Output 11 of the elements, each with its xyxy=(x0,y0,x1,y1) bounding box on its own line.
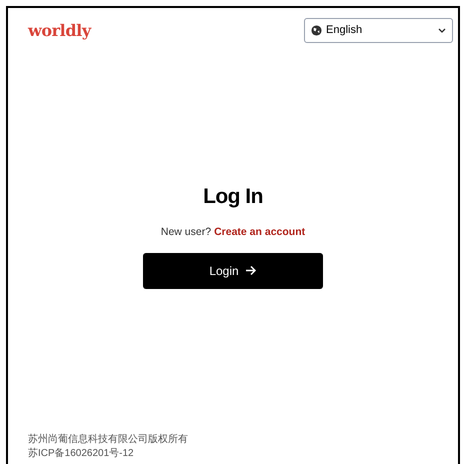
login-button[interactable]: Login xyxy=(143,252,323,289)
page-title: Log In xyxy=(203,186,263,207)
logo[interactable]: worldly xyxy=(28,18,91,42)
footer-text: 苏ICP备16026201号-12 xyxy=(28,447,135,460)
chevron-down-icon xyxy=(438,28,446,33)
footer-text: 苏州尚葡信息科技有限公司版权所有 xyxy=(28,433,189,446)
arrow-right-icon xyxy=(244,265,257,276)
create-account-link[interactable]: Create an account xyxy=(214,225,306,241)
globe-icon xyxy=(311,25,322,36)
signup-prompt: New user? xyxy=(160,225,212,240)
language-select[interactable]: English xyxy=(304,18,453,43)
